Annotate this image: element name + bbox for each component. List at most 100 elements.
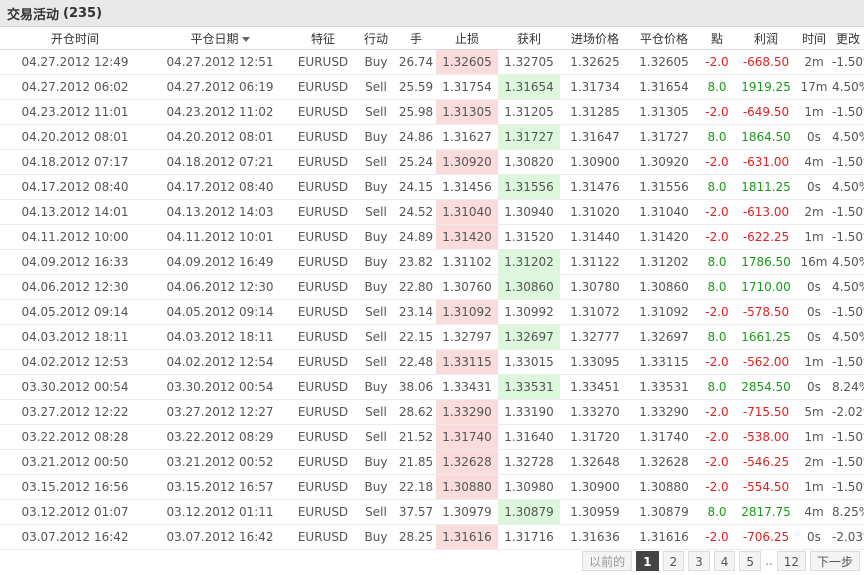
table-row[interactable]: 04.09.2012 16:33 04.09.2012 16:49 EURUSD Bu… xyxy=(0,249,864,275)
cell-pips: -2.0 xyxy=(698,474,736,500)
cell-open-time: 03.21.2012 00:50 xyxy=(0,449,150,475)
cell-change: 4.50% xyxy=(832,124,864,150)
cell-lots: 24.89 xyxy=(396,224,436,250)
table-row[interactable]: 04.27.2012 06:02 04.27.2012 06:19 EURUSD Se… xyxy=(0,74,864,100)
cell-close-price: 1.31040 xyxy=(630,199,698,225)
col-pips[interactable]: 點 xyxy=(698,27,736,50)
col-open-time[interactable]: 开仓时间 xyxy=(0,27,150,50)
cell-entry-price: 1.32777 xyxy=(560,324,630,350)
cell-pips: -2.0 xyxy=(698,299,736,325)
col-take-profit[interactable]: 获利 xyxy=(498,27,560,50)
cell-stop-loss: 1.32605 xyxy=(436,49,498,75)
cell-action: Sell xyxy=(356,349,396,375)
cell-entry-price: 1.30780 xyxy=(560,274,630,300)
cell-profit: -668.50 xyxy=(736,49,796,75)
table-row[interactable]: 04.06.2012 12:30 04.06.2012 12:30 EURUSD Bu… xyxy=(0,274,864,300)
table-row[interactable]: 04.23.2012 11:01 04.23.2012 11:02 EURUSD Se… xyxy=(0,99,864,125)
cell-take-profit: 1.31716 xyxy=(498,524,560,550)
page-2-button[interactable]: 2 xyxy=(662,551,685,571)
page-5-button[interactable]: 5 xyxy=(739,551,762,571)
col-profit[interactable]: 利润 xyxy=(736,27,796,50)
cell-change: -1.50% xyxy=(832,349,864,375)
table-row[interactable]: 04.17.2012 08:40 04.17.2012 08:40 EURUSD Bu… xyxy=(0,174,864,200)
cell-close-price: 1.31305 xyxy=(630,99,698,125)
cell-entry-price: 1.31122 xyxy=(560,249,630,275)
cell-open-time: 04.11.2012 10:00 xyxy=(0,224,150,250)
table-row[interactable]: 04.02.2012 12:53 04.02.2012 12:54 EURUSD Se… xyxy=(0,349,864,375)
cell-entry-price: 1.31636 xyxy=(560,524,630,550)
table-row[interactable]: 04.27.2012 12:49 04.27.2012 12:51 EURUSD Bu… xyxy=(0,49,864,75)
cell-change: 4.50% xyxy=(832,174,864,200)
cell-close-date: 04.27.2012 06:19 xyxy=(150,74,290,100)
table-row[interactable]: 03.27.2012 12:22 03.27.2012 12:27 EURUSD Se… xyxy=(0,399,864,425)
table-row[interactable]: 03.15.2012 16:56 03.15.2012 16:57 EURUSD Bu… xyxy=(0,474,864,500)
table-header-row: 开仓时间 平仓日期 特征 行动 手 止损 获利 进场价格 平仓价格 點 利润 时… xyxy=(0,27,864,50)
col-action[interactable]: 行动 xyxy=(356,27,396,50)
col-lots[interactable]: 手 xyxy=(396,27,436,50)
panel-header: 交易活动 (235) xyxy=(0,0,864,27)
col-stop-loss[interactable]: 止损 xyxy=(436,27,498,50)
cell-close-date: 03.07.2012 16:42 xyxy=(150,524,290,550)
cell-symbol: EURUSD xyxy=(290,424,356,450)
table-row[interactable]: 04.18.2012 07:17 04.18.2012 07:21 EURUSD Se… xyxy=(0,149,864,175)
table-row[interactable]: 04.05.2012 09:14 04.05.2012 09:14 EURUSD Se… xyxy=(0,299,864,325)
cell-open-time: 04.05.2012 09:14 xyxy=(0,299,150,325)
col-entry-price[interactable]: 进场价格 xyxy=(560,27,630,50)
col-duration[interactable]: 时间 xyxy=(796,27,832,50)
cell-open-time: 03.07.2012 16:42 xyxy=(0,524,150,550)
page-12-button[interactable]: 12 xyxy=(776,551,806,571)
cell-stop-loss: 1.33431 xyxy=(436,374,498,400)
table-row[interactable]: 04.20.2012 08:01 04.20.2012 08:01 EURUSD Bu… xyxy=(0,124,864,150)
cell-symbol: EURUSD xyxy=(290,249,356,275)
cell-change: 8.24% xyxy=(832,374,864,400)
cell-change: -1.50% xyxy=(832,149,864,175)
table-row[interactable]: 03.30.2012 00:54 03.30.2012 00:54 EURUSD Bu… xyxy=(0,374,864,400)
cell-action: Buy xyxy=(356,124,396,150)
cell-action: Sell xyxy=(356,149,396,175)
table-row[interactable]: 03.07.2012 16:42 03.07.2012 16:42 EURUSD Bu… xyxy=(0,524,864,550)
col-close-date[interactable]: 平仓日期 xyxy=(150,27,290,50)
cell-close-date: 04.03.2012 18:11 xyxy=(150,324,290,350)
cell-take-profit: 1.33015 xyxy=(498,349,560,375)
page-1-button[interactable]: 1 xyxy=(636,551,659,571)
table-row[interactable]: 03.12.2012 01:07 03.12.2012 01:11 EURUSD Se… xyxy=(0,499,864,525)
cell-lots: 37.57 xyxy=(396,499,436,525)
cell-stop-loss: 1.32628 xyxy=(436,449,498,475)
cell-close-price: 1.32605 xyxy=(630,49,698,75)
cell-close-price: 1.30880 xyxy=(630,474,698,500)
cell-open-time: 04.23.2012 11:01 xyxy=(0,99,150,125)
cell-action: Sell xyxy=(356,199,396,225)
cell-lots: 21.85 xyxy=(396,449,436,475)
page-4-button[interactable]: 4 xyxy=(713,551,736,571)
cell-duration: 0s xyxy=(796,274,832,300)
cell-entry-price: 1.31720 xyxy=(560,424,630,450)
table-row[interactable]: 03.22.2012 08:28 03.22.2012 08:29 EURUSD Se… xyxy=(0,424,864,450)
cell-close-price: 1.31740 xyxy=(630,424,698,450)
table-row[interactable]: 04.03.2012 18:11 04.03.2012 18:11 EURUSD Se… xyxy=(0,324,864,350)
col-symbol[interactable]: 特征 xyxy=(290,27,356,50)
cell-action: Buy xyxy=(356,249,396,275)
table-row[interactable]: 04.11.2012 10:00 04.11.2012 10:01 EURUSD Bu… xyxy=(0,224,864,250)
page-3-button[interactable]: 3 xyxy=(688,551,710,571)
cell-entry-price: 1.31285 xyxy=(560,99,630,125)
cell-take-profit: 1.30940 xyxy=(498,199,560,225)
cell-lots: 22.15 xyxy=(396,324,436,350)
cell-take-profit: 1.32705 xyxy=(498,49,560,75)
next-page-button[interactable]: 下一步 xyxy=(809,551,860,571)
col-change[interactable]: 更改 xyxy=(832,27,864,50)
cell-symbol: EURUSD xyxy=(290,74,356,100)
cell-close-price: 1.31616 xyxy=(630,524,698,550)
table-row[interactable]: 04.13.2012 14:01 04.13.2012 14:03 EURUSD Se… xyxy=(0,199,864,225)
cell-entry-price: 1.31647 xyxy=(560,124,630,150)
cell-close-price: 1.31092 xyxy=(630,299,698,325)
table-row[interactable]: 03.21.2012 00:50 03.21.2012 00:52 EURUSD Bu… xyxy=(0,449,864,475)
prev-page-button[interactable]: 以前的 xyxy=(582,551,633,571)
cell-stop-loss: 1.30760 xyxy=(436,274,498,300)
cell-take-profit: 1.31556 xyxy=(498,174,560,200)
cell-entry-price: 1.31734 xyxy=(560,74,630,100)
cell-symbol: EURUSD xyxy=(290,399,356,425)
col-close-price[interactable]: 平仓价格 xyxy=(630,27,698,50)
cell-open-time: 03.12.2012 01:07 xyxy=(0,499,150,525)
cell-profit: 1864.50 xyxy=(736,124,796,150)
cell-close-date: 04.09.2012 16:49 xyxy=(150,249,290,275)
